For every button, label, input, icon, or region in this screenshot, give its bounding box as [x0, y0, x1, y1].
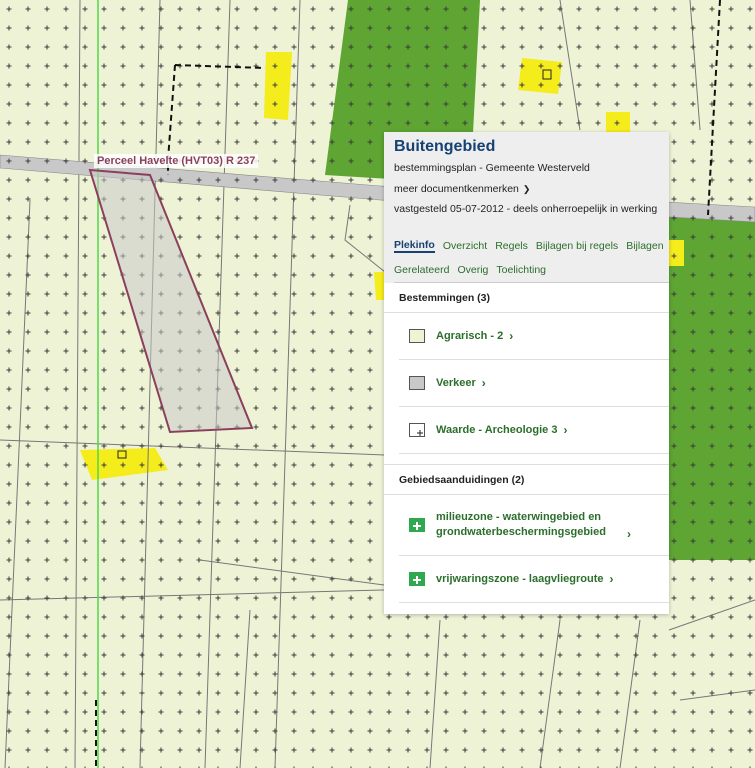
bestemmingen-heading: Bestemmingen (3)	[384, 283, 669, 313]
verkeer-swatch-icon	[409, 376, 425, 390]
vrijwaringszone-icon	[409, 572, 425, 586]
tab-overzicht[interactable]: Overzicht	[443, 240, 487, 252]
tab-bar: Plekinfo Overzicht Regels Bijlagen bij r…	[384, 234, 669, 283]
tab-bijlagen-bij-regels[interactable]: Bijlagen bij regels	[536, 240, 618, 252]
panel-header: Buitengebied bestemmingsplan - Gemeente …	[384, 132, 669, 234]
plan-status: vastgesteld 05-07-2012 - deels onherroep…	[394, 203, 658, 215]
more-document-properties-toggle[interactable]: meer documentkenmerken ❯	[394, 183, 659, 195]
item-label: Agrarisch - 2	[436, 329, 504, 342]
tab-bijlagen[interactable]: Bijlagen	[626, 240, 663, 252]
list-item-vrijwaringszone[interactable]: vrijwaringszone - laagvliegroute ›	[399, 556, 669, 603]
list-item-milieuzone[interactable]: milieuzone - waterwingebied en grondwate…	[399, 495, 669, 556]
more-label: meer documentkenmerken	[394, 183, 519, 195]
chevron-down-icon: ❯	[522, 183, 531, 194]
chevron-right-icon: ›	[563, 423, 568, 437]
gebiedsaanduidingen-heading: Gebiedsaanduidingen (2)	[384, 465, 669, 495]
archeologie-swatch-icon	[409, 423, 425, 437]
plan-title: Buitengebied	[394, 138, 496, 155]
item-label: Verkeer	[436, 376, 476, 389]
list-item-archeologie[interactable]: Waarde - Archeologie 3 ›	[399, 407, 669, 454]
milieuzone-icon	[409, 518, 425, 532]
info-panel: Buitengebied bestemmingsplan - Gemeente …	[384, 132, 669, 614]
list-item-agrarisch[interactable]: Agrarisch - 2 ›	[399, 313, 669, 360]
chevron-right-icon: ›	[609, 572, 614, 586]
tab-toelichting[interactable]: Toelichting	[496, 264, 546, 276]
chevron-right-icon: ›	[481, 376, 486, 390]
chevron-right-icon: ›	[627, 527, 631, 541]
item-label: milieuzone - waterwingebied en grondwate…	[436, 511, 606, 538]
tab-overig[interactable]: Overig	[457, 264, 488, 276]
bestemmingen-list: Agrarisch - 2 › Verkeer › Waarde - Arche…	[384, 313, 669, 465]
item-label: Waarde - Archeologie 3	[436, 423, 558, 436]
tab-gerelateerd[interactable]: Gerelateerd	[394, 264, 449, 276]
parcel-label: Perceel Havelte (HVT03) R 237	[94, 154, 259, 168]
plan-subtitle: bestemmingsplan - Gemeente Westerveld	[394, 162, 590, 174]
divider	[384, 454, 669, 465]
tab-plekinfo[interactable]: Plekinfo	[394, 239, 435, 253]
chevron-right-icon: ›	[509, 329, 514, 343]
agrarisch-swatch-icon	[409, 329, 425, 343]
tab-regels[interactable]: Regels	[495, 240, 528, 252]
list-item-verkeer[interactable]: Verkeer ›	[399, 360, 669, 407]
item-label: vrijwaringszone - laagvliegroute	[436, 572, 604, 585]
gebiedsaanduidingen-list: milieuzone - waterwingebied en grondwate…	[384, 495, 669, 603]
